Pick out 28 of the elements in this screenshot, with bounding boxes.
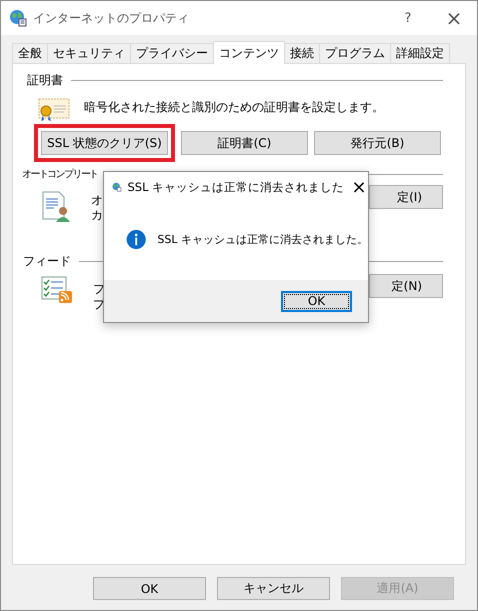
dialog-button[interactable]: OK [93,577,206,600]
document-person-icon [41,191,71,223]
tab[interactable]: コンテンツ [213,41,285,64]
clear-ssl-button[interactable]: SSL 状態のクリア(S) [41,131,168,155]
tab[interactable]: 全般 [12,43,48,63]
description-text: オ [91,193,103,208]
certificate-icon [38,98,70,122]
checklist-feed-icon [41,276,73,304]
ok-button[interactable]: OK [281,290,352,312]
close-button[interactable]: × [350,174,368,200]
globe-icon [9,9,27,27]
dialog-button[interactable]: キャンセル [217,577,330,600]
message-box-title: SSL キャッシュは正常に消去されました [128,180,344,194]
settings-button[interactable]: 定(I) [369,185,443,209]
section-heading: 証明書 [27,72,63,89]
message-text: SSL キャッシュは正常に消去されました。 [157,232,368,246]
description-text: 暗号化された接続と識別のための証明書を設定します。 [84,98,384,116]
section-heading: フィード [23,253,71,270]
certificate-button[interactable]: 発行元(B) [314,131,441,155]
window-title: インターネットのプロパティ [33,10,190,26]
certificate-button[interactable]: 証明書(C) [181,131,308,155]
description-text: カ [91,208,103,223]
settings-button[interactable]: 定(N) [369,274,443,298]
help-button[interactable]: ? [385,3,431,33]
close-button[interactable]: × [431,3,477,33]
tab[interactable]: 詳細設定 [390,43,450,63]
section-heading: オートコンプリート [22,168,98,181]
description-text: フ [93,282,105,297]
